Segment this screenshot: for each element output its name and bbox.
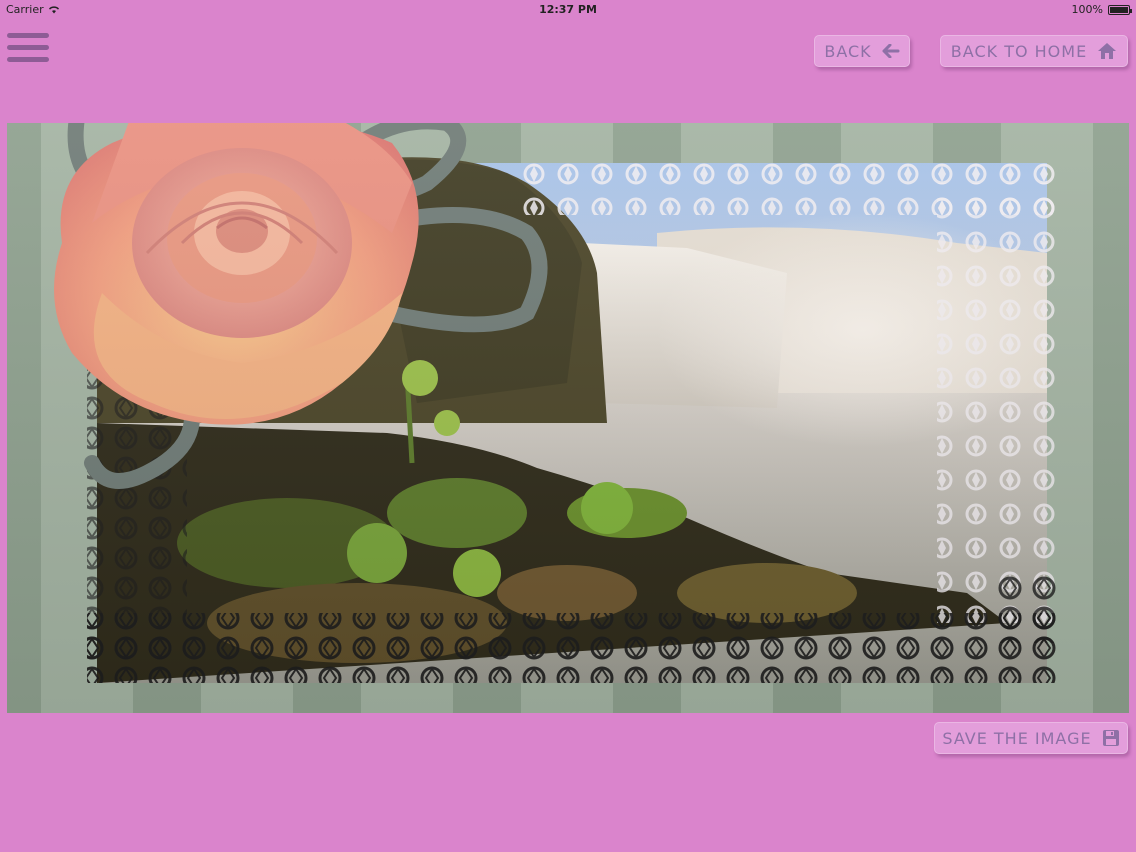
save-label: SAVE THE IMAGE xyxy=(942,728,1092,748)
arrow-left-icon xyxy=(882,44,900,58)
home-icon xyxy=(1097,42,1117,60)
back-label: BACK xyxy=(824,41,872,61)
battery-group: 100% xyxy=(1071,3,1132,16)
image-canvas[interactable] xyxy=(7,123,1129,713)
back-to-home-button[interactable]: BACK TO HOME xyxy=(940,35,1128,67)
home-label: BACK TO HOME xyxy=(950,41,1088,61)
battery-icon xyxy=(1108,4,1132,15)
save-image-button[interactable]: SAVE THE IMAGE xyxy=(934,722,1128,754)
battery-percent: 100% xyxy=(1071,3,1103,16)
status-bar: Carrier 12:37 PM 100% xyxy=(0,0,1136,18)
back-button[interactable]: BACK xyxy=(814,35,910,67)
clock: 12:37 PM xyxy=(539,3,597,16)
hamburger-menu-icon[interactable] xyxy=(7,33,49,65)
floppy-disk-icon xyxy=(1102,729,1120,747)
